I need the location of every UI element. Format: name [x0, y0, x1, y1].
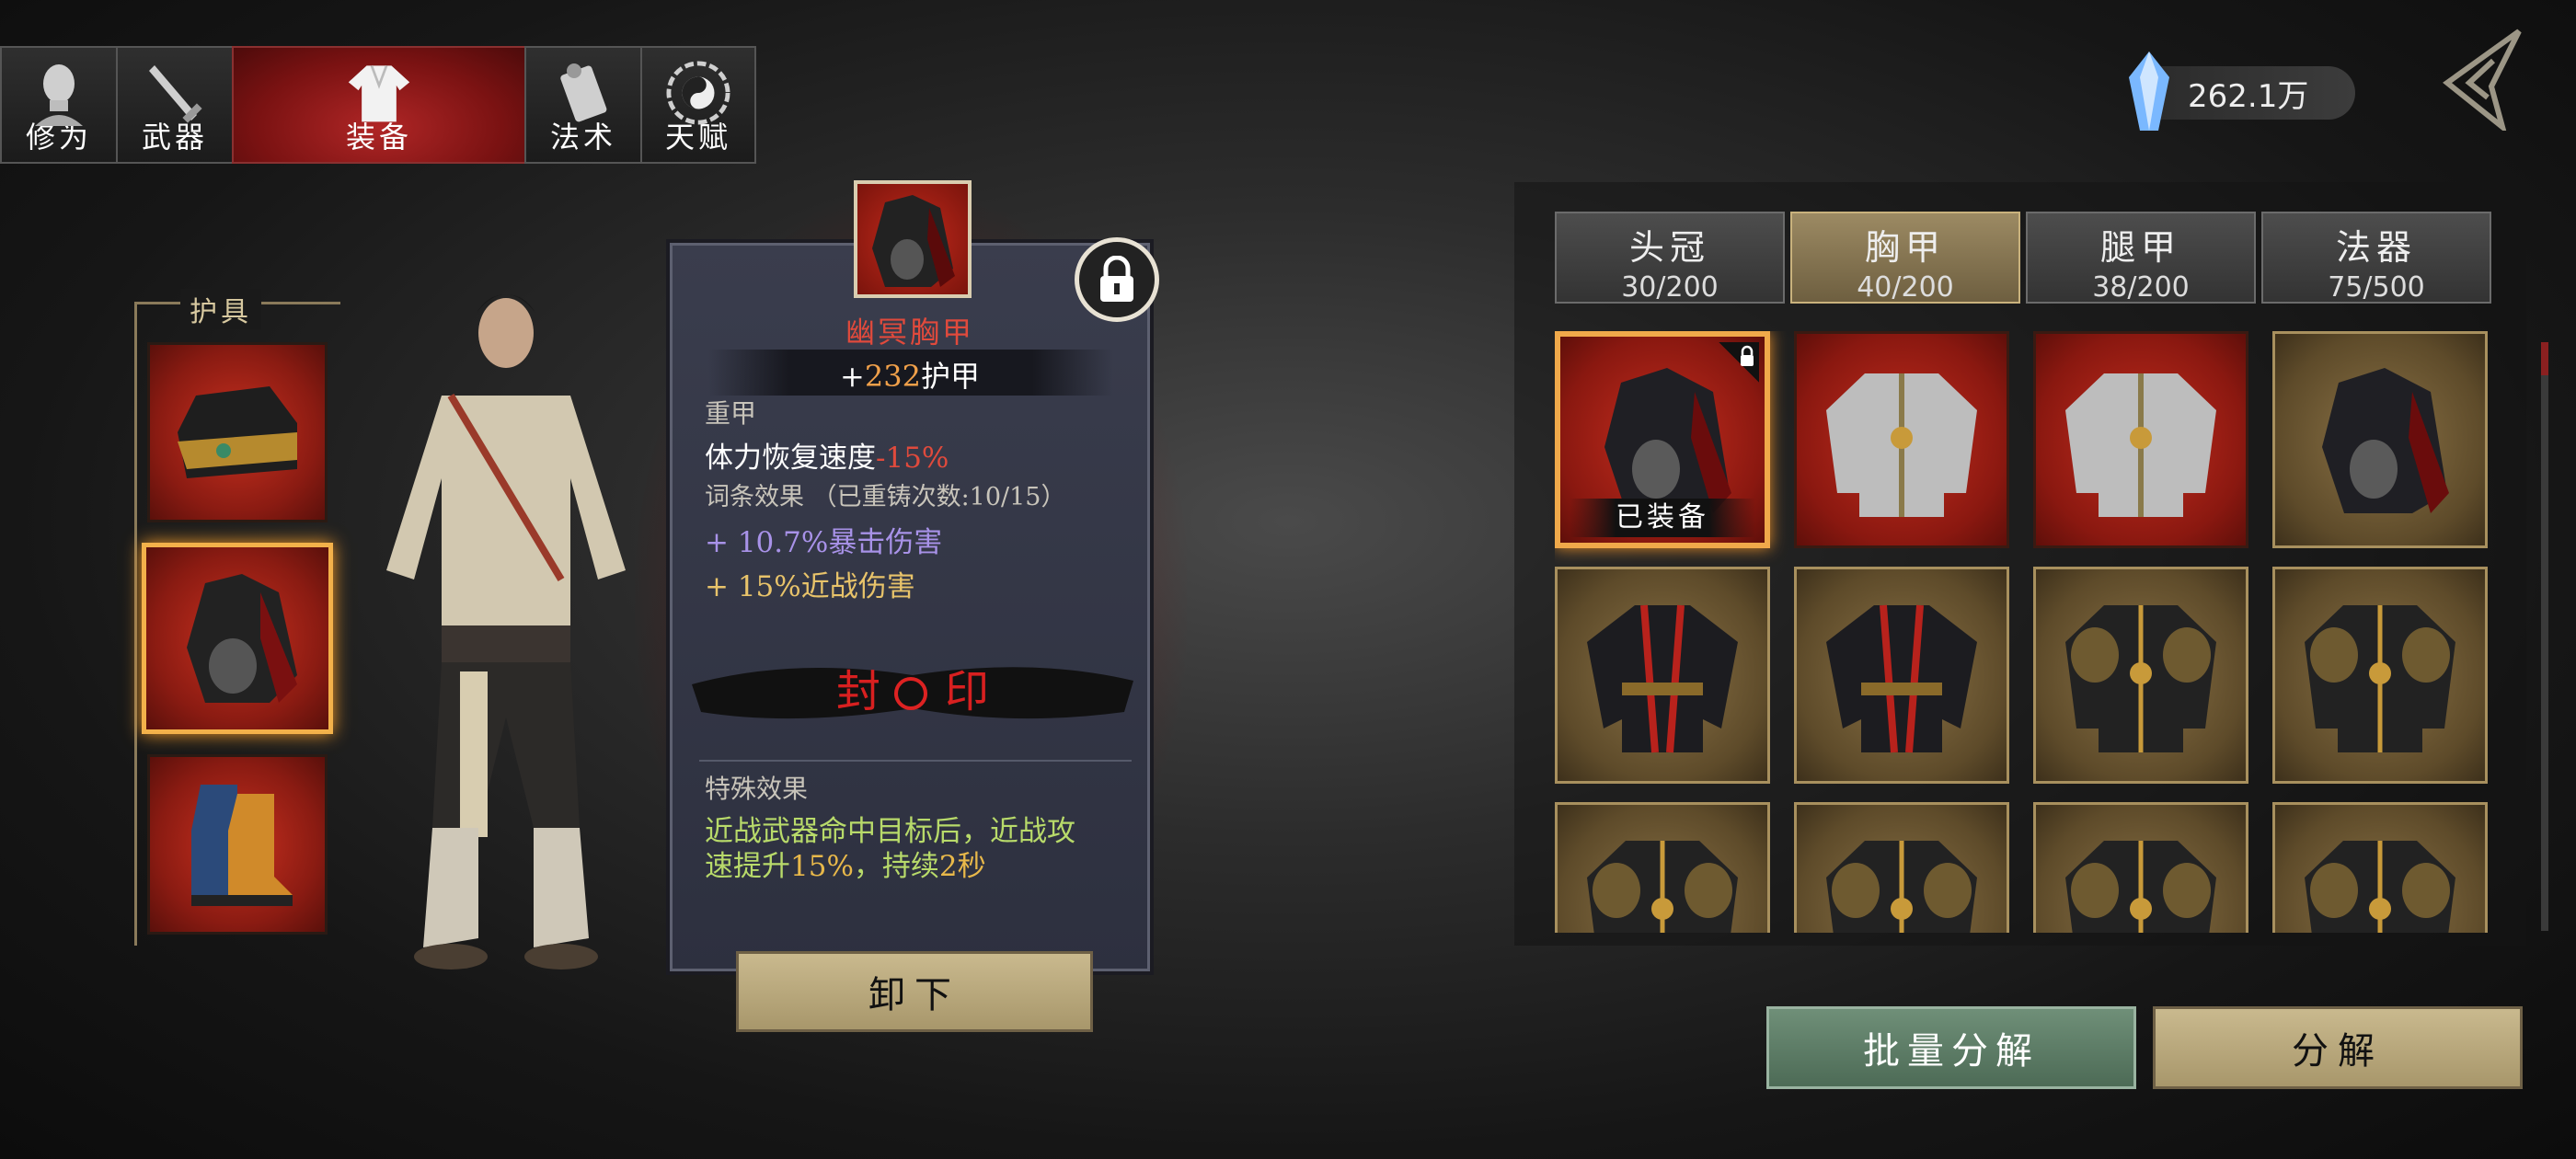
category-count: 30/200 [1621, 271, 1719, 304]
card-divider [699, 760, 1132, 762]
dark-chest-armor-icon [187, 574, 297, 703]
black-gold-plate-armor-icon [2058, 591, 2224, 760]
robe-icon [347, 59, 411, 127]
inventory-item[interactable] [2033, 802, 2248, 933]
category-name: 法器 [2335, 227, 2417, 268]
silver-plate-armor-icon [1819, 355, 1984, 524]
affix-header: 词条效果 （已重铸次数:10/15） [705, 483, 1066, 511]
helmet-icon [178, 386, 297, 478]
character-model [350, 276, 662, 993]
tab-helmet[interactable]: 头冠 30/200 [1555, 212, 1785, 304]
item-preview [854, 180, 972, 298]
seal-label: 封印 [835, 666, 1053, 717]
back-arrow-icon [2443, 29, 2522, 135]
item-type: 重甲 [705, 398, 757, 429]
special-effect-text: 速提升 [705, 850, 790, 883]
dark-chest-armor-icon [872, 195, 955, 287]
category-count: 40/200 [1857, 271, 1954, 304]
black-gold-plate-armor-icon [1819, 826, 1984, 933]
tab-cultivation[interactable]: 修为 [0, 46, 116, 164]
penalty-value: -15% [876, 442, 949, 475]
monk-head-icon [27, 59, 91, 127]
category-count: 38/200 [2092, 271, 2190, 304]
special-effect-text: ，持续 [853, 850, 939, 883]
penalty-label: 体力恢复速度 [705, 442, 876, 475]
affix-1-value: + 10.7% [705, 526, 829, 559]
armor-slot-boots[interactable] [147, 754, 328, 935]
bulk-disassemble-button[interactable]: 批量分解 [1766, 1006, 2136, 1089]
inventory-item[interactable] [1794, 331, 2009, 548]
inventory-item[interactable] [1794, 567, 2009, 784]
affix-2-label: 近战伤害 [800, 570, 915, 603]
silver-plate-armor-icon [2058, 355, 2224, 524]
equipped-tag: 已装备 [1570, 499, 1755, 537]
black-gold-plate-armor-icon [2297, 826, 2463, 933]
armor-section-title: 护具 [180, 289, 261, 329]
tab-artifact[interactable]: 法器 75/500 [2261, 212, 2491, 304]
bagua-icon [666, 59, 730, 127]
black-robe-armor-icon [1580, 591, 1745, 760]
tab-talent[interactable]: 天赋 [640, 46, 756, 164]
inventory-item[interactable] [2272, 802, 2488, 933]
armor-slot-helmet[interactable] [147, 342, 328, 522]
inventory-item[interactable] [2272, 567, 2488, 784]
top-tab-bar: 修为 武器 装备 法术 天赋 [0, 46, 756, 166]
category-name: 头冠 [1628, 227, 1710, 268]
category-name: 胸甲 [1864, 227, 1946, 268]
category-tabs: 头冠 30/200 胸甲 40/200 腿甲 38/200 法器 75/500 [1555, 212, 2491, 304]
stat-label: 护甲 [920, 359, 980, 394]
tab-legs[interactable]: 腿甲 38/200 [2026, 212, 2256, 304]
stat-value: 232 [864, 359, 921, 394]
item-main-stat: +232护甲 [666, 353, 1154, 396]
dark-cape-armor-icon [2302, 355, 2458, 524]
special-effect-value: 2秒 [938, 850, 986, 883]
tab-equipment[interactable]: 装备 [232, 46, 524, 164]
affix-2: + 15%近战伤害 [705, 563, 915, 604]
scrollbar-track[interactable] [2541, 342, 2548, 931]
currency-display: 262.1万 [2129, 52, 2355, 131]
black-gold-plate-armor-icon [1580, 826, 1745, 933]
back-button[interactable] [2438, 28, 2526, 135]
unequip-button[interactable]: 卸下 [736, 951, 1093, 1032]
lock-icon [1719, 342, 1759, 383]
currency-value: 262.1万 [2188, 77, 2309, 115]
lock-icon [1100, 256, 1133, 302]
sword-icon [143, 59, 207, 127]
scrollbar-thumb[interactable] [2541, 342, 2548, 375]
armor-slot-chest[interactable] [142, 543, 333, 734]
category-count: 75/500 [2328, 271, 2425, 304]
inventory-item[interactable] [2033, 567, 2248, 784]
inventory-item[interactable] [1794, 802, 2009, 933]
tab-spell[interactable]: 法术 [524, 46, 640, 164]
inventory-item[interactable] [1555, 802, 1770, 933]
inventory-item[interactable] [2033, 331, 2248, 548]
inventory-grid: 已装备 [1555, 331, 2490, 933]
special-effect-title: 特殊效果 [705, 774, 809, 804]
tab-chest[interactable]: 胸甲 40/200 [1790, 212, 2020, 304]
black-gold-plate-armor-icon [2058, 826, 2224, 933]
black-robe-armor-icon [1819, 591, 1984, 760]
disassemble-button[interactable]: 分解 [2153, 1006, 2523, 1089]
affix-1-label: 暴击伤害 [828, 526, 943, 559]
inventory-item[interactable]: 已装备 [1555, 331, 1770, 548]
inventory-item[interactable] [2272, 331, 2488, 548]
special-effect-value: 15% [790, 850, 854, 883]
boots-icon [191, 785, 293, 906]
inventory-grid-viewport: 已装备 [1555, 331, 2490, 933]
black-gold-plate-armor-icon [2297, 591, 2463, 760]
inventory-item[interactable] [1555, 567, 1770, 784]
crystal-icon [2122, 50, 2177, 132]
affix-1: + 10.7%暴击伤害 [705, 519, 942, 560]
item-name: 幽冥胸甲 [845, 315, 974, 350]
special-effect-line2: 速提升15%，持续2秒 [705, 843, 986, 884]
scroll-icon [551, 59, 615, 127]
item-penalty: 体力恢复速度-15% [705, 434, 949, 476]
affix-2-value: + 15% [705, 570, 801, 603]
category-name: 腿甲 [2099, 227, 2181, 268]
stat-prefix: + [840, 359, 865, 394]
tab-weapon[interactable]: 武器 [116, 46, 232, 164]
